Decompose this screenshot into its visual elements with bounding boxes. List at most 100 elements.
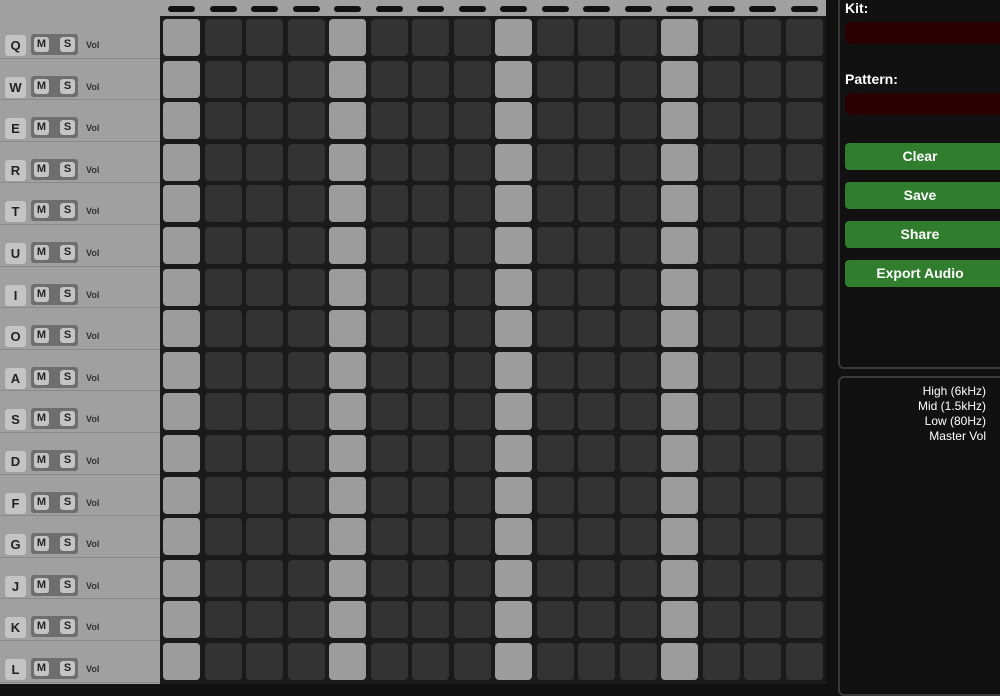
step-cell[interactable] <box>495 601 532 639</box>
step-cell[interactable] <box>163 185 200 223</box>
track-key-button[interactable]: R <box>5 159 26 181</box>
step-cell[interactable] <box>246 601 283 639</box>
track-key-button[interactable]: G <box>5 534 26 556</box>
step-cell[interactable] <box>453 60 491 98</box>
step-cell[interactable] <box>744 19 781 56</box>
step-cell[interactable] <box>329 601 366 639</box>
step-cell[interactable] <box>495 476 532 514</box>
mute-button[interactable]: M <box>34 120 49 136</box>
step-cell[interactable] <box>329 351 366 389</box>
step-cell[interactable] <box>204 227 242 264</box>
step-cell[interactable] <box>453 310 491 348</box>
step-cell[interactable] <box>785 143 823 181</box>
step-cell[interactable] <box>536 268 574 306</box>
step-cell[interactable] <box>370 102 408 140</box>
step-cell[interactable] <box>661 102 698 140</box>
step-cell[interactable] <box>578 435 615 472</box>
step-cell[interactable] <box>163 559 200 597</box>
step-cell[interactable] <box>702 268 740 306</box>
step-cell[interactable] <box>578 143 615 181</box>
step-cell[interactable] <box>370 601 408 639</box>
step-cell[interactable] <box>702 351 740 389</box>
step-cell[interactable] <box>204 19 242 56</box>
mute-button[interactable]: M <box>34 452 49 468</box>
step-cell[interactable] <box>287 227 325 264</box>
step-cell[interactable] <box>578 559 615 597</box>
step-cell[interactable] <box>412 227 449 264</box>
step-cell[interactable] <box>536 476 574 514</box>
step-cell[interactable] <box>412 143 449 181</box>
step-cell[interactable] <box>785 518 823 556</box>
solo-button[interactable]: S <box>60 536 75 552</box>
step-cell[interactable] <box>661 19 698 56</box>
step-cell[interactable] <box>785 643 823 680</box>
step-cell[interactable] <box>370 60 408 98</box>
step-cell[interactable] <box>204 643 242 680</box>
track-key-button[interactable]: F <box>5 492 26 514</box>
solo-button[interactable]: S <box>60 411 75 427</box>
step-cell[interactable] <box>619 393 657 431</box>
mute-button[interactable]: M <box>34 660 49 676</box>
step-cell[interactable] <box>453 435 491 472</box>
mute-button[interactable]: M <box>34 536 49 552</box>
step-cell[interactable] <box>204 60 242 98</box>
step-cell[interactable] <box>536 601 574 639</box>
step-cell[interactable] <box>536 185 574 223</box>
track-key-button[interactable]: E <box>5 118 26 140</box>
step-cell[interactable] <box>619 351 657 389</box>
step-cell[interactable] <box>661 601 698 639</box>
step-cell[interactable] <box>702 102 740 140</box>
step-cell[interactable] <box>578 351 615 389</box>
step-cell[interactable] <box>453 601 491 639</box>
step-cell[interactable] <box>578 310 615 348</box>
step-cell[interactable] <box>163 102 200 140</box>
step-cell[interactable] <box>204 518 242 556</box>
step-cell[interactable] <box>536 19 574 56</box>
step-cell[interactable] <box>453 102 491 140</box>
save-button[interactable]: Save <box>845 182 1000 209</box>
step-cell[interactable] <box>287 393 325 431</box>
step-cell[interactable] <box>370 476 408 514</box>
step-cell[interactable] <box>163 310 200 348</box>
track-key-button[interactable]: U <box>5 242 26 264</box>
mute-button[interactable]: M <box>34 161 49 177</box>
volume-label[interactable]: Vol <box>86 40 99 50</box>
step-cell[interactable] <box>412 643 449 680</box>
step-cell[interactable] <box>619 102 657 140</box>
step-cell[interactable] <box>329 185 366 223</box>
step-cell[interactable] <box>785 227 823 264</box>
step-cell[interactable] <box>370 268 408 306</box>
step-cell[interactable] <box>204 185 242 223</box>
step-cell[interactable] <box>702 310 740 348</box>
step-cell[interactable] <box>702 601 740 639</box>
step-cell[interactable] <box>329 102 366 140</box>
step-cell[interactable] <box>163 227 200 264</box>
step-cell[interactable] <box>661 435 698 472</box>
step-cell[interactable] <box>204 310 242 348</box>
step-cell[interactable] <box>370 185 408 223</box>
step-cell[interactable] <box>661 268 698 306</box>
step-cell[interactable] <box>329 643 366 680</box>
step-cell[interactable] <box>619 435 657 472</box>
step-cell[interactable] <box>702 435 740 472</box>
step-cell[interactable] <box>204 102 242 140</box>
step-cell[interactable] <box>744 310 781 348</box>
step-cell[interactable] <box>412 310 449 348</box>
step-cell[interactable] <box>536 559 574 597</box>
mute-button[interactable]: M <box>34 37 49 52</box>
step-cell[interactable] <box>536 60 574 98</box>
step-cell[interactable] <box>246 518 283 556</box>
step-cell[interactable] <box>744 393 781 431</box>
step-cell[interactable] <box>578 227 615 264</box>
step-cell[interactable] <box>536 393 574 431</box>
step-cell[interactable] <box>536 643 574 680</box>
step-cell[interactable] <box>702 143 740 181</box>
step-cell[interactable] <box>744 60 781 98</box>
step-cell[interactable] <box>453 476 491 514</box>
step-cell[interactable] <box>744 227 781 264</box>
step-cell[interactable] <box>495 227 532 264</box>
step-cell[interactable] <box>495 102 532 140</box>
solo-button[interactable]: S <box>60 369 75 385</box>
step-cell[interactable] <box>246 559 283 597</box>
step-cell[interactable] <box>204 476 242 514</box>
